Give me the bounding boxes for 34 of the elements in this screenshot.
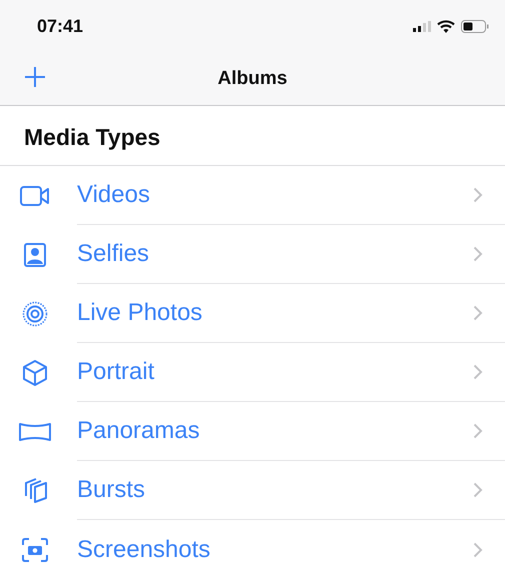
chevron-icon	[473, 542, 483, 558]
album-name: Panoramas	[77, 417, 200, 445]
chevron-icon	[473, 246, 483, 262]
album-name: Screenshots	[77, 536, 210, 564]
album-row[interactable]: Selfies	[0, 225, 505, 284]
panorama-icon	[18, 422, 50, 442]
album-name: Videos	[77, 181, 150, 209]
album-row[interactable]: Portrait	[0, 343, 505, 402]
section-title: Media Types	[0, 106, 505, 166]
chevron-icon	[473, 187, 483, 203]
concentric-circles-icon	[22, 300, 48, 326]
album-name: Live Photos	[77, 299, 202, 327]
album-row[interactable]: Screenshots	[0, 520, 505, 579]
album-row[interactable]: Videos	[0, 166, 505, 225]
signal-icon	[413, 20, 431, 32]
chevron-icon	[473, 423, 483, 439]
person-portrait-icon	[24, 242, 46, 266]
nav-title: Albums	[218, 68, 288, 90]
album-name: Portrait	[77, 358, 154, 386]
screenshot-camera-icon	[22, 538, 48, 562]
cube-icon	[22, 360, 48, 386]
wifi-icon	[437, 20, 455, 32]
chevron-icon	[473, 364, 483, 380]
chevron-icon	[473, 305, 483, 321]
add-icon[interactable]	[24, 66, 46, 88]
video-camera-icon	[20, 186, 50, 206]
album-row[interactable]: Live Photos	[0, 284, 505, 343]
status-time: 07:41	[37, 16, 84, 36]
album-row[interactable]: Panoramas	[0, 402, 505, 461]
chevron-icon	[473, 482, 483, 498]
album-name: Bursts	[77, 476, 146, 504]
album-row[interactable]: Bursts	[0, 461, 505, 520]
battery-icon	[461, 20, 489, 32]
album-name: Selfies	[77, 240, 150, 268]
